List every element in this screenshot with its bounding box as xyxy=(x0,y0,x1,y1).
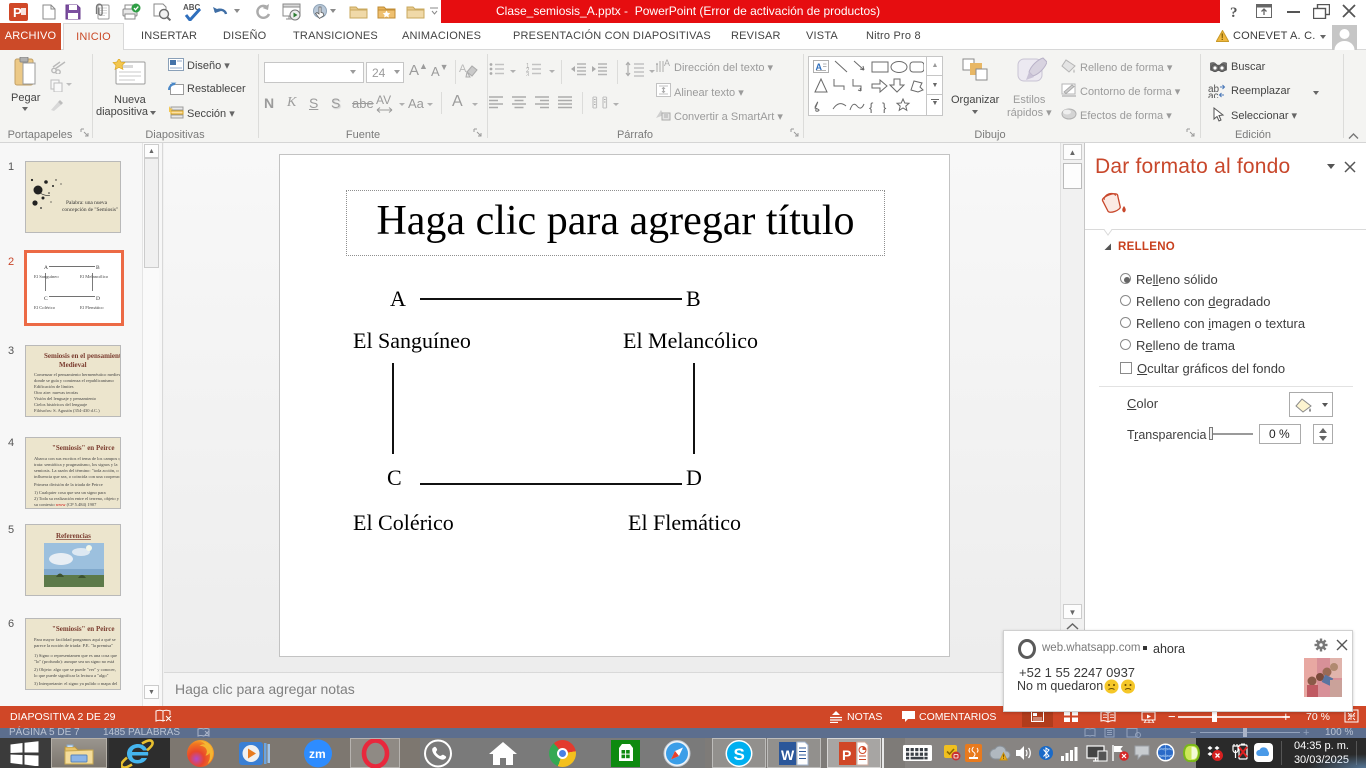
svg-text:"Semiosis" en Peirce: "Semiosis" en Peirce xyxy=(52,625,114,633)
svg-text:Comenzar el pensamiento hermen: Comenzar el pensamiento hermenéutico med… xyxy=(34,372,121,377)
svg-text:Cielos históricos del lenguaje: Cielos históricos del lenguaje xyxy=(34,402,87,407)
svg-text:zm: zm xyxy=(309,747,326,761)
svg-text:B: B xyxy=(96,265,100,271)
svg-text:Referencias: Referencias xyxy=(56,532,91,540)
svg-text:C: C xyxy=(44,296,48,302)
svg-text:Medieval: Medieval xyxy=(59,361,87,369)
svg-text:?: ? xyxy=(1230,5,1238,19)
svg-text:A: A xyxy=(459,63,467,75)
svg-text:P: P xyxy=(13,5,22,20)
svg-text:concepción de "Semiosis": concepción de "Semiosis" xyxy=(62,207,118,213)
svg-text:influencia que sea, o coincida: influencia que sea, o coincida con una c… xyxy=(34,474,121,480)
svg-text:Filósofos: S. Agustín (354-430: Filósofos: S. Agustín (354-430 d.C.) xyxy=(34,408,100,413)
svg-text:"Semiosis" en Peirce: "Semiosis" en Peirce xyxy=(52,444,114,452)
svg-text:Edificación de límites: Edificación de límites xyxy=(34,384,74,389)
svg-text:}: } xyxy=(882,100,887,113)
svg-text:1) Signo o representamen que e: 1) Signo o representamen que es una cosa… xyxy=(34,653,117,658)
svg-text:{: { xyxy=(869,100,874,113)
svg-text:El Melancólico: El Melancólico xyxy=(80,274,109,279)
svg-text:"lo" (profundo): aunque sea un: "lo" (profundo): aunque sea un signo no … xyxy=(34,659,114,664)
svg-text:parece la noción de triada: P.: parece la noción de triada: P.E. "la pre… xyxy=(34,643,113,648)
svg-text:Otro aire: nuevas teorías: Otro aire: nuevas teorías xyxy=(34,390,78,395)
svg-text:!: ! xyxy=(1003,755,1005,761)
svg-text:El Sanguíneo: El Sanguíneo xyxy=(34,274,59,279)
svg-text:3: 3 xyxy=(526,73,530,77)
svg-text:Para mayor facilidad pongamos: Para mayor facilidad pongamos aquí a qué… xyxy=(34,637,116,642)
svg-text:3) Interpretante: el signo ya: 3) Interpretante: el signo ya pulido o m… xyxy=(34,681,118,686)
svg-text:su contexto www (CP 5.484) 190: su contexto www (CP 5.484) 1907 xyxy=(34,502,97,507)
svg-text:A: A xyxy=(664,58,670,68)
svg-text:lo que puede significar la lec: lo que puede significar la lectura a "al… xyxy=(34,673,109,678)
svg-text:ac: ac xyxy=(1208,91,1219,98)
svg-text:W: W xyxy=(781,747,795,763)
svg-text:D: D xyxy=(96,296,100,302)
svg-text:Visión del lenguaje y pensamie: Visión del lenguaje y pensamiento xyxy=(34,396,97,401)
svg-text:!: ! xyxy=(1221,32,1224,42)
svg-text:P: P xyxy=(842,747,851,763)
svg-text:donde se guía y comienza el re: donde se guía y comienza el republicanis… xyxy=(34,378,114,383)
svg-text:El Flemático: El Flemático xyxy=(80,305,104,310)
svg-text:Palabra: una nueva: Palabra: una nueva xyxy=(66,200,108,206)
svg-text:Abarca con sus escritos el tem: Abarca con sus escritos el tema de los c… xyxy=(34,456,121,461)
svg-text:Primera división de la triada: Primera división de la triada de Peirce xyxy=(34,482,103,487)
svg-text:Semiosis en el pensamiento: Semiosis en el pensamiento xyxy=(44,352,121,360)
svg-text:A: A xyxy=(44,265,48,271)
svg-text:1) Cualquier cosa que sea un s: 1) Cualquier cosa que sea un signo para xyxy=(34,490,106,495)
svg-text:S: S xyxy=(734,745,745,764)
svg-text:El Colérico: El Colérico xyxy=(34,305,56,310)
